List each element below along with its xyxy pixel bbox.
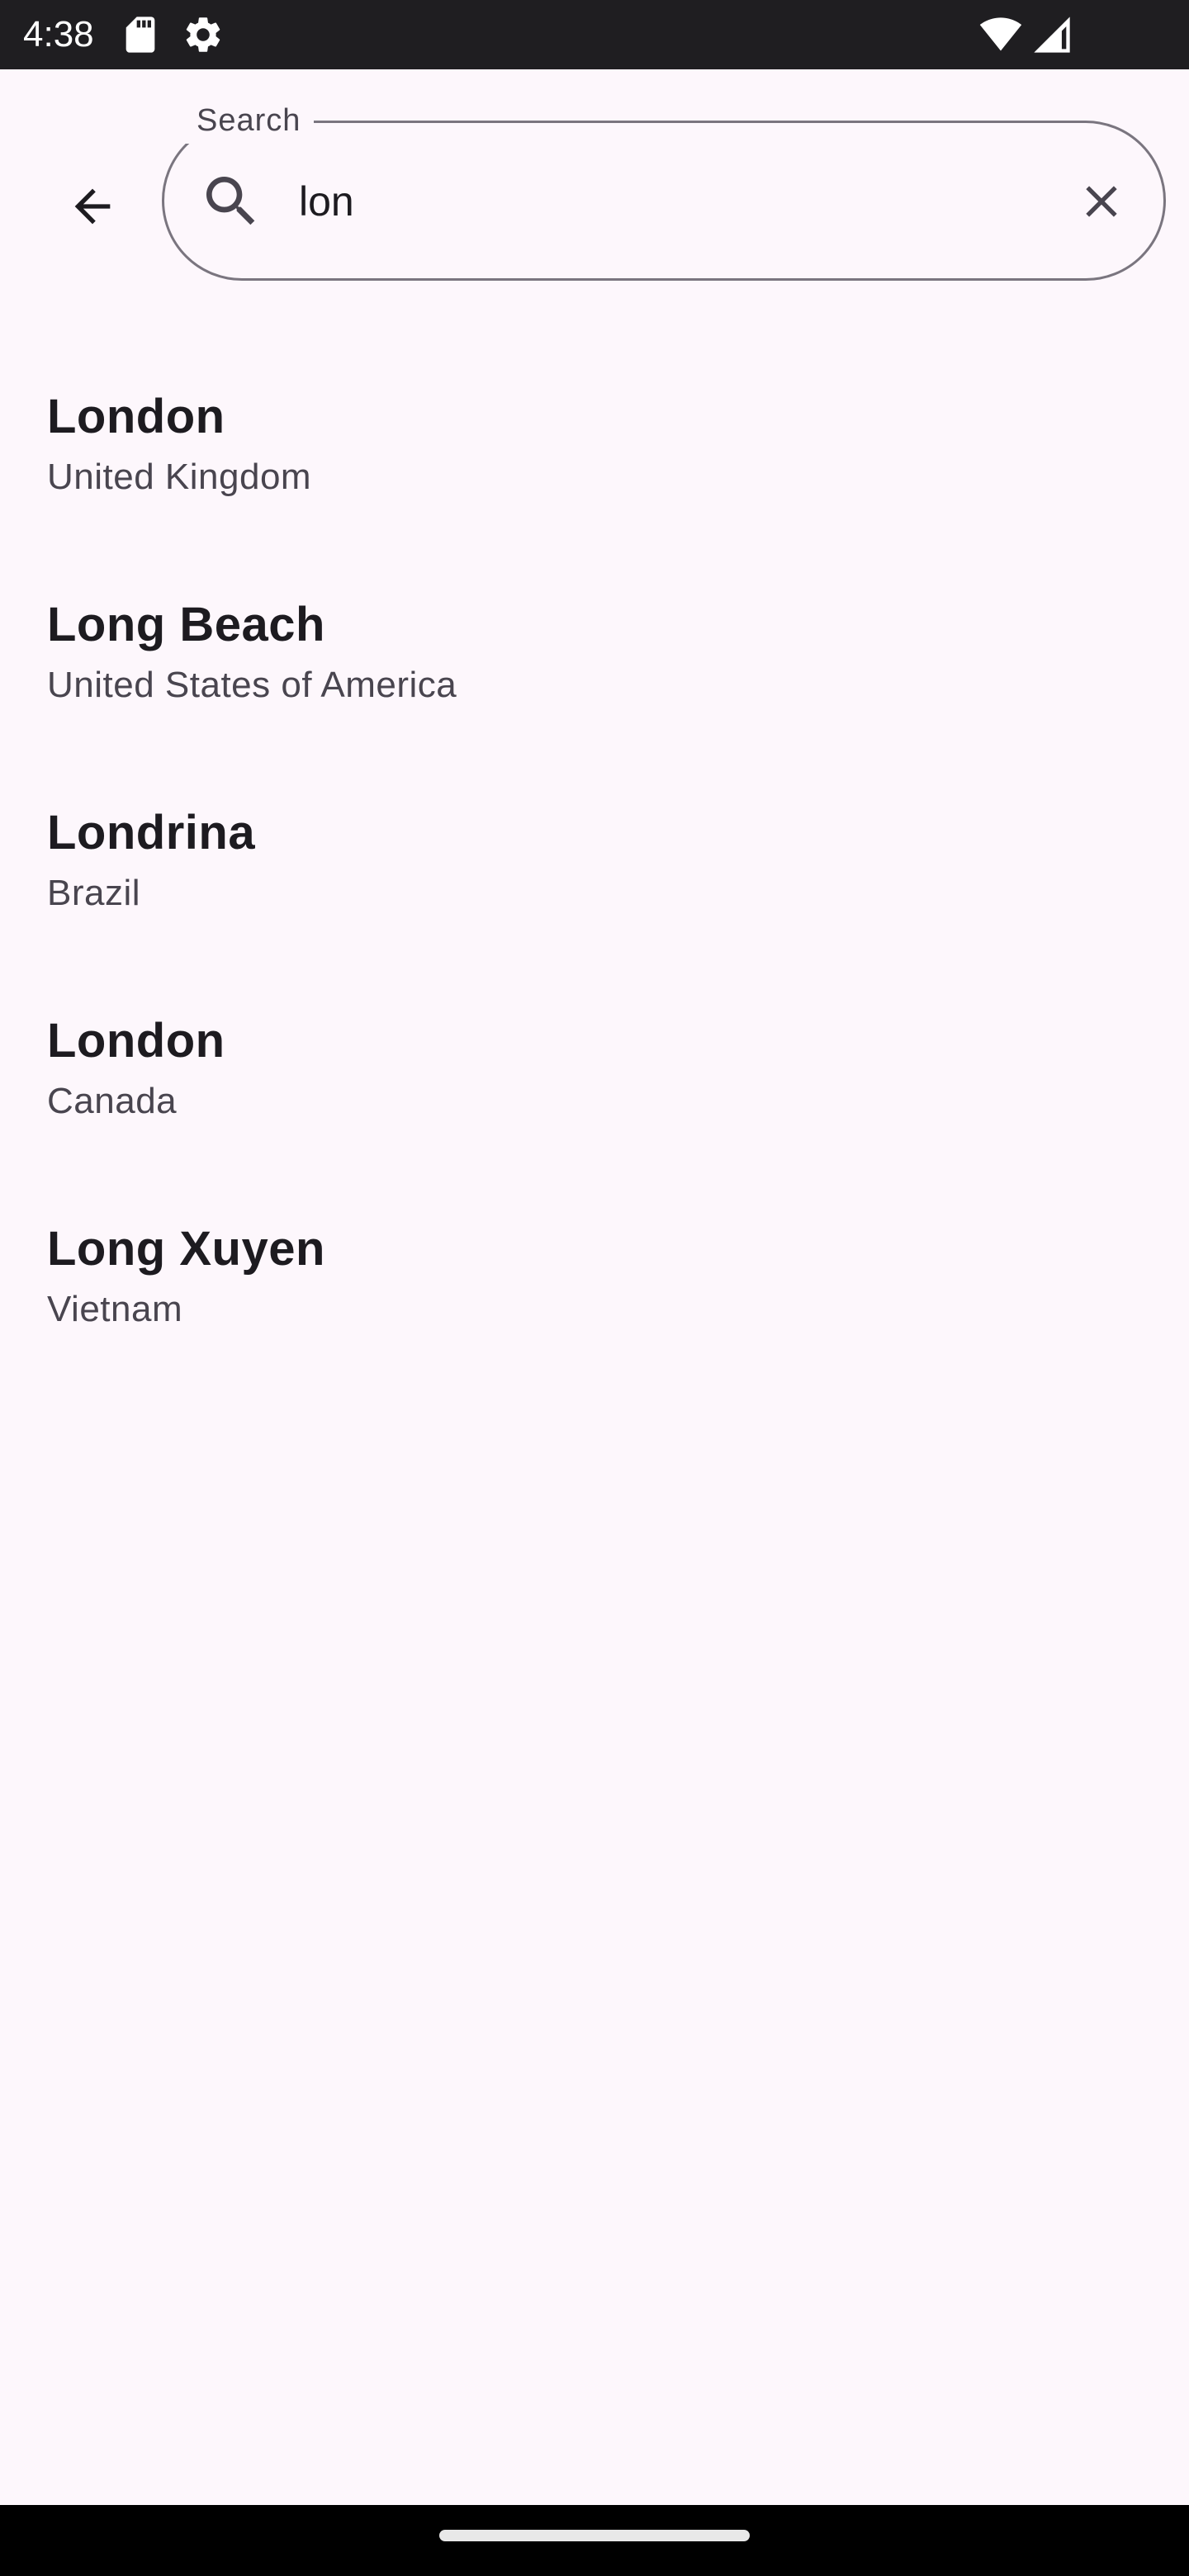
cell-signal-icon: [1034, 17, 1070, 53]
city-name: Long Xuyen: [47, 1222, 325, 1276]
list-item[interactable]: London Canada: [0, 992, 1189, 1200]
status-bar: 4:38: [0, 0, 1189, 69]
sd-card-icon: [126, 17, 155, 53]
city-name: London: [47, 1014, 225, 1068]
close-icon: [1086, 186, 1117, 217]
list-item[interactable]: Long Beach United States of America: [0, 576, 1189, 784]
list-item[interactable]: London United Kingdom: [0, 368, 1189, 576]
home-indicator[interactable]: [439, 2530, 750, 2541]
navigation-bar: [0, 2505, 1189, 2576]
country-name: United States of America: [47, 665, 457, 705]
wifi-icon: [979, 17, 1022, 51]
search-icon: [206, 177, 255, 225]
country-name: United Kingdom: [47, 457, 312, 497]
clear-search-button[interactable]: [1062, 162, 1141, 241]
search-label: Search: [183, 97, 315, 144]
arrow-back-icon: [74, 188, 111, 225]
settings-gear-icon: [186, 17, 220, 52]
search-results-list: London United Kingdom Long Beach United …: [0, 368, 1189, 1409]
city-name: Londrina: [47, 806, 256, 859]
status-time: 4:38: [23, 14, 94, 54]
list-item[interactable]: Londrina Brazil: [0, 784, 1189, 992]
country-name: Canada: [47, 1081, 178, 1121]
back-button[interactable]: [53, 167, 132, 246]
country-name: Vietnam: [47, 1289, 183, 1329]
country-name: Brazil: [47, 873, 141, 913]
list-item[interactable]: Long Xuyen Vietnam: [0, 1200, 1189, 1409]
city-name: Long Beach: [47, 598, 325, 651]
city-name: London: [47, 390, 225, 443]
location-search-screen: 4:38 Search London United: [0, 0, 1189, 2576]
search-input[interactable]: [299, 165, 1042, 238]
